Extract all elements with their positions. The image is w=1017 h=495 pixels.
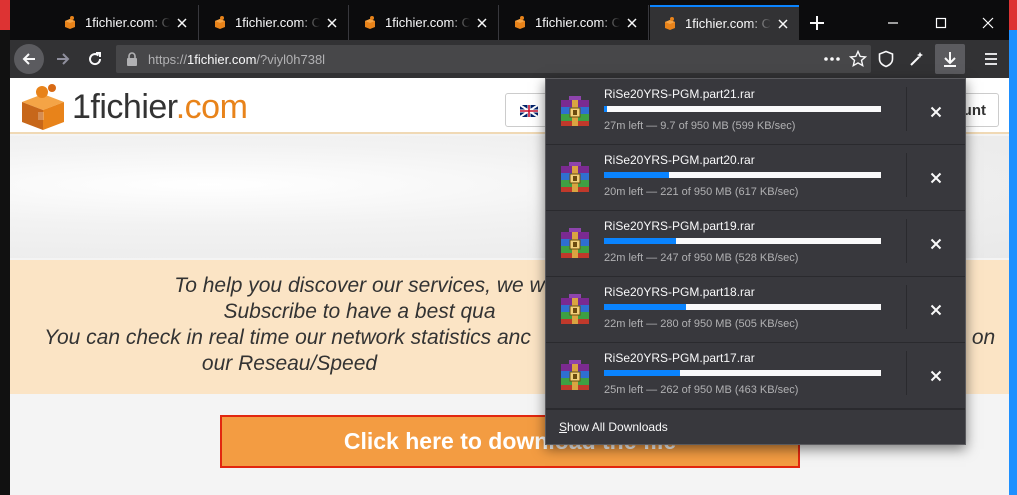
tracking-protection-button[interactable] [875, 48, 897, 70]
hamburger-menu-icon [985, 53, 997, 65]
download-progress-fill [604, 106, 607, 112]
download-filename: RiSe20YRS-PGM.part20.rar [604, 153, 755, 167]
tab-2[interactable]: 1fichier.com: Cloud Storage [200, 5, 349, 40]
reload-button[interactable] [80, 44, 110, 74]
close-icon[interactable] [474, 15, 490, 31]
1fichier-favicon-icon [665, 16, 675, 30]
close-icon [930, 172, 942, 183]
tab-5-active[interactable]: 1fichier.com: Cloud Storage [650, 5, 799, 40]
rar-archive-icon [558, 94, 592, 128]
maximize-icon [935, 17, 946, 28]
maximize-button[interactable] [918, 5, 963, 40]
download-status: 22m left — 280 of 950 MB (505 KB/sec) [604, 318, 799, 330]
downloads-button[interactable] [935, 44, 965, 74]
download-item[interactable]: RiSe20YRS-PGM.part18.rar 22m left — 280 o… [546, 277, 965, 343]
bookmark-star-icon[interactable] [849, 50, 867, 68]
close-window-button[interactable] [965, 5, 1010, 40]
download-filename: RiSe20YRS-PGM.part17.rar [604, 351, 755, 365]
download-item[interactable]: RiSe20YRS-PGM.part17.rar 25m left — 262 o… [546, 343, 965, 409]
navigation-toolbar: https://1fichier.com/?viyl0h738l [10, 40, 1009, 78]
menu-button[interactable] [980, 48, 1002, 70]
download-item[interactable]: RiSe20YRS-PGM.part19.rar 22m left — 247 o… [546, 211, 965, 277]
1fichier-favicon-icon [365, 15, 375, 29]
download-progress-fill [604, 172, 669, 178]
tab-title: 1fichier.com: Cloud Storage [685, 16, 771, 31]
close-icon [930, 106, 942, 117]
account-label: unt [962, 102, 986, 119]
close-icon [930, 238, 942, 249]
minimize-icon [887, 21, 898, 24]
download-item[interactable]: RiSe20YRS-PGM.part21.rar 27m left — 9.7 o… [546, 79, 965, 145]
tab-title: 1fichier.com: Cloud Storage [85, 15, 170, 30]
download-progress-fill [604, 370, 681, 376]
tab-4[interactable]: 1fichier.com: Cloud Storage [500, 5, 649, 40]
logo-box-icon [22, 84, 64, 130]
back-arrow-icon [22, 53, 35, 65]
download-progress-fill [604, 304, 686, 310]
download-filename: RiSe20YRS-PGM.part21.rar [604, 87, 755, 101]
tab-title: 1fichier.com: Cloud Storage [235, 15, 320, 30]
1fichier-favicon-icon [515, 15, 525, 29]
download-status: 25m left — 262 of 950 MB (463 KB/sec) [604, 384, 799, 396]
forward-button[interactable] [48, 44, 78, 74]
tab-1[interactable]: 1fichier.com: Cloud Storage [50, 5, 199, 40]
download-status: 20m left — 221 of 950 MB (617 KB/sec) [604, 186, 799, 198]
download-progress-bar [604, 238, 881, 244]
back-button[interactable] [14, 44, 44, 74]
url-text: https://1fichier.com/?viyl0h738l [148, 51, 326, 67]
downloads-panel: RiSe20YRS-PGM.part21.rar 27m left — 9.7 o… [545, 78, 966, 445]
download-progress-bar [604, 370, 881, 376]
magic-wand-icon [910, 52, 923, 66]
download-filename: RiSe20YRS-PGM.part18.rar [604, 285, 755, 299]
download-status: 22m left — 247 of 950 MB (528 KB/sec) [604, 252, 799, 264]
close-icon[interactable] [324, 15, 340, 31]
1fichier-favicon-icon [215, 15, 225, 29]
download-item[interactable]: RiSe20YRS-PGM.part20.rar 20m left — 221 o… [546, 145, 965, 211]
close-icon[interactable] [174, 15, 190, 31]
window-edge-right [1009, 0, 1017, 495]
download-progress-bar [604, 106, 881, 112]
download-progress-bar [604, 304, 881, 310]
page-actions-dots-icon[interactable] [823, 51, 841, 67]
rar-archive-icon [558, 226, 592, 260]
close-icon[interactable] [624, 15, 640, 31]
1fichier-favicon-icon [65, 15, 75, 29]
address-bar[interactable]: https://1fichier.com/?viyl0h738l [116, 45, 871, 73]
tab-3[interactable]: 1fichier.com: Cloud Storage [350, 5, 499, 40]
cancel-download-button[interactable] [907, 277, 965, 342]
download-progress-fill [604, 238, 677, 244]
rar-archive-icon [558, 160, 592, 194]
close-icon[interactable] [775, 16, 791, 32]
tab-strip: 1fichier.com: Cloud Storage 1fichier.com… [10, 5, 1009, 40]
uk-flag-icon [520, 105, 538, 117]
window-edge-left [0, 0, 10, 495]
show-all-label: how All Downloads [567, 420, 668, 434]
new-tab-plus-icon[interactable] [805, 11, 829, 35]
lock-icon[interactable] [124, 51, 140, 67]
show-all-downloads-button[interactable]: Show All Downloads [546, 409, 965, 444]
close-icon [982, 17, 993, 28]
site-logo[interactable]: 1fichier.com [16, 82, 248, 132]
cancel-download-button[interactable] [907, 211, 965, 276]
rar-archive-icon [558, 358, 592, 392]
logo-text: 1fichier.com [72, 87, 248, 126]
reload-icon [89, 52, 102, 66]
rar-archive-icon [558, 292, 592, 326]
forward-arrow-icon [57, 53, 70, 65]
cancel-download-button[interactable] [907, 343, 965, 408]
close-icon [930, 370, 942, 381]
download-arrow-icon [944, 52, 956, 67]
download-status: 27m left — 9.7 of 950 MB (599 KB/sec) [604, 120, 796, 132]
minimize-button[interactable] [870, 5, 915, 40]
customize-button[interactable] [906, 48, 928, 70]
download-filename: RiSe20YRS-PGM.part19.rar [604, 219, 755, 233]
download-progress-bar [604, 172, 881, 178]
cancel-download-button[interactable] [907, 145, 965, 210]
cancel-download-button[interactable] [907, 79, 965, 144]
shield-icon [878, 50, 894, 68]
close-icon [930, 304, 942, 315]
tab-title: 1fichier.com: Cloud Storage [385, 15, 470, 30]
tab-title: 1fichier.com: Cloud Storage [535, 15, 620, 30]
show-all-accesskey: S [559, 420, 568, 434]
